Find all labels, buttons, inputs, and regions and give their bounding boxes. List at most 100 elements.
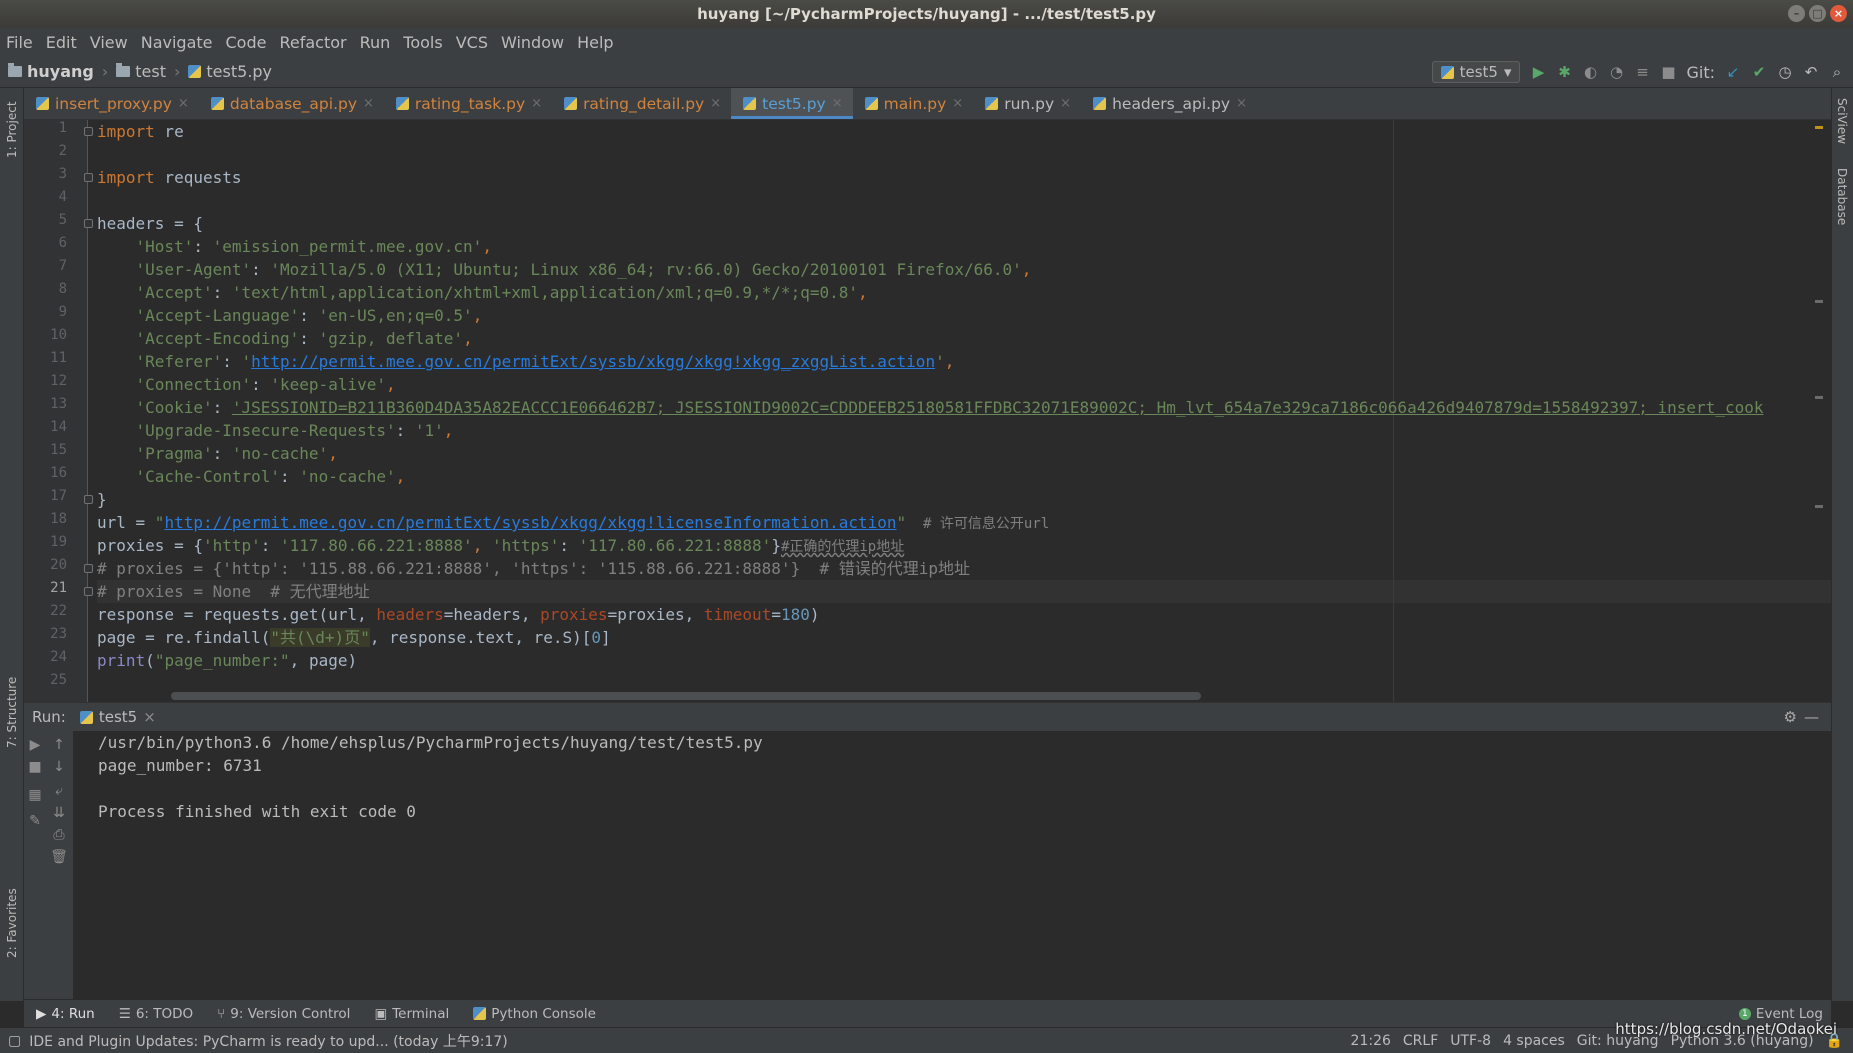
tab-main[interactable]: main.py ×: [853, 88, 974, 119]
menu-edit[interactable]: Edit: [46, 33, 77, 52]
caret-position[interactable]: 21:26: [1351, 1033, 1391, 1049]
run-config-selector[interactable]: test5 ▾: [1431, 61, 1521, 83]
indent-setting[interactable]: 4 spaces: [1503, 1033, 1565, 1049]
url-link[interactable]: http://permit.mee.gov.cn/permitExt/syssb…: [164, 513, 896, 532]
layout-icon[interactable]: ▦: [26, 787, 44, 803]
menu-window[interactable]: Window: [501, 33, 564, 52]
breadcrumb-folder[interactable]: test: [116, 62, 166, 81]
sciview-tool-button[interactable]: SciView: [1835, 98, 1849, 144]
scroll-up-icon[interactable]: ↑: [50, 737, 68, 753]
tab-database-api[interactable]: database_api.py ×: [199, 88, 384, 119]
tab-insert-proxy[interactable]: insert_proxy.py ×: [24, 88, 199, 119]
close-tab-icon[interactable]: ×: [832, 96, 843, 111]
run-tab-test5[interactable]: test5 ×: [79, 708, 156, 726]
history-icon[interactable]: ◷: [1777, 63, 1793, 81]
close-tab-icon[interactable]: ×: [143, 708, 156, 726]
python-file-icon: [564, 97, 578, 110]
tab-rating-task[interactable]: rating_task.py ×: [384, 88, 552, 119]
fold-marker[interactable]: [84, 173, 93, 182]
tab-label: headers_api.py: [1112, 94, 1231, 113]
tool-tab-python-console[interactable]: Python Console: [473, 1006, 596, 1022]
coverage-icon[interactable]: ◐: [1582, 63, 1598, 81]
close-tab-icon[interactable]: ×: [531, 96, 542, 111]
scroll-to-end-icon[interactable]: ⇊: [50, 805, 68, 821]
tool-tab-terminal[interactable]: ▣ Terminal: [374, 1006, 449, 1022]
menu-help[interactable]: Help: [577, 33, 613, 52]
vcs-commit-icon[interactable]: ✔: [1751, 63, 1767, 81]
code-line-21: # proxies = None # 无代理地址: [97, 582, 370, 601]
menu-run[interactable]: Run: [360, 33, 391, 52]
tab-label: run.py: [1004, 94, 1055, 113]
file-encoding[interactable]: UTF-8: [1450, 1033, 1491, 1049]
fold-marker[interactable]: [84, 495, 93, 504]
tab-headers-api[interactable]: headers_api.py ×: [1081, 88, 1257, 119]
gear-icon[interactable]: ⚙: [1784, 708, 1797, 726]
debug-icon[interactable]: ✱: [1556, 63, 1572, 81]
tool-tab-run[interactable]: ▶ 4: Run: [36, 1006, 95, 1022]
minimize-panel-icon[interactable]: —: [1804, 708, 1819, 726]
project-tool-button[interactable]: 1: Project: [5, 101, 19, 158]
referer-link[interactable]: http://permit.mee.gov.cn/permitExt/syssb…: [251, 352, 935, 371]
scroll-down-icon[interactable]: ↓: [50, 759, 68, 775]
tab-rating-detail[interactable]: rating_detail.py ×: [552, 88, 731, 119]
menu-code[interactable]: Code: [226, 33, 267, 52]
tool-tab-todo[interactable]: ☰ 6: TODO: [119, 1006, 193, 1022]
favorites-tool-button[interactable]: 2: Favorites: [5, 888, 19, 958]
scroll-marker[interactable]: [1815, 396, 1823, 399]
breadcrumb-project[interactable]: huyang: [8, 62, 94, 81]
close-icon[interactable]: ×: [1830, 5, 1847, 22]
tab-label: test5.py: [762, 94, 826, 113]
python-file-icon: [188, 65, 202, 78]
minimize-icon[interactable]: –: [1788, 5, 1805, 22]
menu-navigate[interactable]: Navigate: [141, 33, 213, 52]
structure-tool-button[interactable]: 7: Structure: [5, 677, 19, 748]
fold-marker[interactable]: [84, 564, 93, 573]
status-message[interactable]: IDE and Plugin Updates: PyCharm is ready…: [29, 1031, 507, 1051]
close-tab-icon[interactable]: ×: [952, 96, 963, 111]
close-tab-icon[interactable]: ×: [710, 96, 721, 111]
code-line-19: proxies = {'http': '117.80.66.221:8888',…: [97, 536, 905, 555]
close-tab-icon[interactable]: ×: [1060, 96, 1071, 111]
line-number: 15: [50, 442, 67, 458]
tool-tab-version-control[interactable]: ⑂ 9: Version Control: [217, 1006, 350, 1022]
scroll-marker[interactable]: [1815, 300, 1823, 303]
stop-icon[interactable]: ■: [26, 759, 44, 775]
pin-icon[interactable]: ✎: [26, 813, 44, 829]
rerun-icon[interactable]: ▶: [26, 737, 44, 753]
trash-icon[interactable]: 🗑: [50, 849, 68, 865]
close-tab-icon[interactable]: ×: [178, 96, 189, 111]
run-toolbar: ▶ ■ ▦ ✎ ↑ ↓ ⤶ ⇊ ⎙ 🗑: [24, 731, 74, 1000]
concurrency-icon[interactable]: ≡: [1634, 63, 1650, 81]
scroll-marker[interactable]: [1815, 505, 1823, 508]
code-editor[interactable]: 1 2 3 4 5 6 7 8 9 10 11 12 13 14 15 16 1…: [24, 120, 1831, 702]
tab-test5[interactable]: test5.py ×: [731, 88, 854, 119]
maximize-icon[interactable]: □: [1809, 5, 1826, 22]
database-tool-button[interactable]: Database: [1835, 168, 1849, 225]
stop-icon[interactable]: ■: [1660, 63, 1676, 81]
print-icon[interactable]: ⎙: [50, 827, 68, 843]
breadcrumb-file[interactable]: test5.py: [188, 62, 272, 81]
console-output[interactable]: /usr/bin/python3.6 /home/ehsplus/Pycharm…: [98, 731, 763, 823]
menu-file[interactable]: File: [6, 33, 33, 52]
menu-vcs[interactable]: VCS: [456, 33, 488, 52]
close-tab-icon[interactable]: ×: [1236, 96, 1247, 111]
fold-marker[interactable]: [84, 127, 93, 136]
profile-icon[interactable]: ◔: [1608, 63, 1624, 81]
fold-marker[interactable]: [84, 219, 93, 228]
horizontal-scrollbar[interactable]: [171, 692, 1201, 700]
search-icon[interactable]: ⌕: [1829, 63, 1845, 81]
tab-run[interactable]: run.py ×: [973, 88, 1081, 119]
menu-view[interactable]: View: [90, 33, 128, 52]
code-area[interactable]: import re import requests headers = { 'H…: [97, 120, 1831, 702]
soft-wrap-icon[interactable]: ⤶: [50, 783, 68, 799]
close-tab-icon[interactable]: ×: [363, 96, 374, 111]
fold-marker[interactable]: [84, 587, 93, 596]
folder-icon: [8, 63, 22, 77]
revert-icon[interactable]: ↶: [1803, 63, 1819, 81]
warning-marker[interactable]: [1815, 126, 1823, 129]
menu-refactor[interactable]: Refactor: [279, 33, 346, 52]
vcs-update-icon[interactable]: ↙: [1725, 63, 1741, 81]
menu-tools[interactable]: Tools: [403, 33, 442, 52]
run-icon[interactable]: ▶: [1530, 63, 1546, 81]
line-separator[interactable]: CRLF: [1403, 1033, 1438, 1049]
